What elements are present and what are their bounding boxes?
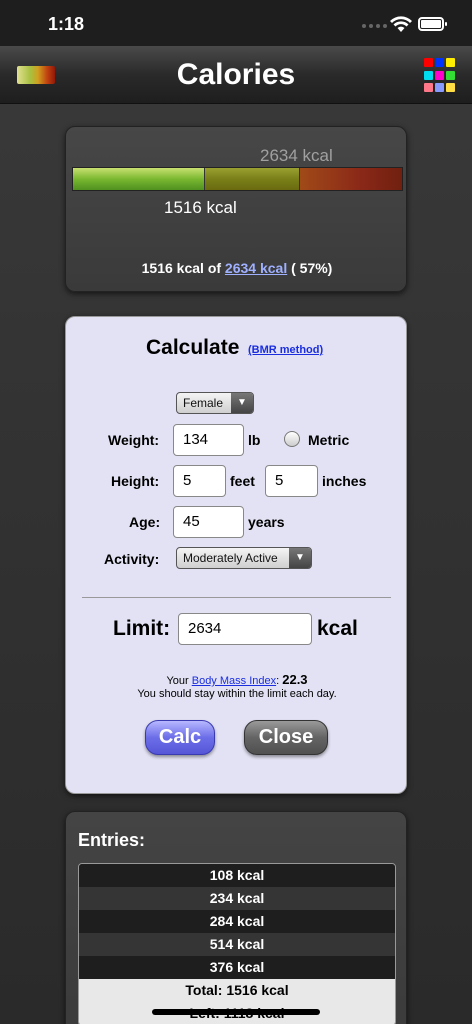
calc-button[interactable]: Calc <box>145 720 215 755</box>
app-screen: 1:18 Calories 2634 kcal 1516 kcal 1516 k… <box>0 0 472 1024</box>
list-item[interactable]: 514 kcal <box>79 933 395 956</box>
summary-limit-link[interactable]: 2634 kcal <box>225 260 287 276</box>
nav-bar: Calories <box>0 46 472 104</box>
calculate-card: Calculate (BMR method) Female ▼ Weight: … <box>65 316 407 794</box>
battery-icon <box>418 17 447 31</box>
list-item[interactable]: 108 kcal <box>79 864 395 887</box>
consumed-kcal-label: 1516 kcal <box>164 198 237 217</box>
total-row: Total: 1516 kcal <box>79 979 395 1002</box>
bmi-link[interactable]: Body Mass Index <box>192 675 276 687</box>
bar-segment-high <box>300 168 402 190</box>
bmi-prefix: Your <box>166 675 192 687</box>
home-indicator[interactable] <box>152 1009 320 1015</box>
list-item[interactable]: 376 kcal <box>79 956 395 979</box>
dropdown-arrow-icon: ▼ <box>231 393 253 413</box>
age-label: Age: <box>129 514 161 530</box>
entries-list: 108 kcal 234 kcal 284 kcal 514 kcal 376 … <box>78 863 396 1024</box>
metric-label: Metric <box>308 432 350 448</box>
age-input[interactable]: 45 <box>173 506 244 538</box>
bmi-line: Your Body Mass Index: 22.3 <box>66 672 408 687</box>
bar-segment-low <box>73 168 205 190</box>
color-grid-menu-icon[interactable] <box>424 58 460 94</box>
wifi-icon <box>390 16 412 32</box>
close-button[interactable]: Close <box>244 720 328 755</box>
summary-percent: ( 57%) <box>287 260 333 276</box>
divider <box>82 597 391 598</box>
grid-cell <box>424 58 433 67</box>
entries-card: Entries: 108 kcal 234 kcal 284 kcal 514 … <box>65 811 407 1024</box>
grid-cell <box>435 83 444 93</box>
limit-kcal-label: 2634 kcal <box>260 146 333 165</box>
calorie-progress-bar <box>72 167 403 191</box>
limit-label: Limit: <box>113 617 171 640</box>
activity-select[interactable]: Moderately Active ▼ <box>176 547 312 569</box>
page-title: Calories <box>176 58 296 91</box>
gender-select[interactable]: Female ▼ <box>176 392 254 414</box>
dropdown-arrow-icon: ▼ <box>289 548 311 568</box>
grid-cell <box>446 58 455 67</box>
status-time: 1:18 <box>48 14 85 34</box>
grid-cell <box>424 83 433 93</box>
limit-input[interactable]: 2634 <box>178 613 312 645</box>
age-unit: years <box>248 514 285 530</box>
progress-card: 2634 kcal 1516 kcal 1516 kcal of 2634 kc… <box>65 126 407 292</box>
weight-label: Weight: <box>108 432 160 448</box>
metric-checkbox[interactable] <box>284 431 300 447</box>
height-feet-input[interactable]: 5 <box>173 465 226 497</box>
height-label: Height: <box>111 473 160 489</box>
weight-input[interactable]: 134 <box>173 424 244 456</box>
activity-value: Moderately Active <box>183 551 278 565</box>
calculate-title: Calculate <box>146 336 240 359</box>
grid-cell <box>446 70 455 80</box>
bmi-value: 22.3 <box>282 672 308 687</box>
summary-prefix: 1516 kcal of <box>141 260 225 276</box>
status-bar: 1:18 <box>0 0 472 46</box>
bmr-method-link[interactable]: (BMR method) <box>248 344 323 356</box>
grid-cell <box>435 70 444 80</box>
inches-unit: inches <box>322 473 367 489</box>
grid-cell <box>435 58 444 67</box>
bar-segment-mid <box>205 168 300 190</box>
progress-summary: 1516 kcal of 2634 kcal ( 57%) <box>66 260 408 276</box>
grid-cell <box>446 83 455 93</box>
advice-text: You should stay within the limit each da… <box>137 688 337 700</box>
list-item[interactable]: 234 kcal <box>79 887 395 910</box>
height-inches-input[interactable]: 5 <box>265 465 318 497</box>
feet-unit: feet <box>230 473 255 489</box>
cellular-signal-icon <box>362 24 387 28</box>
weight-unit: lb <box>248 432 261 448</box>
activity-label: Activity: <box>104 551 160 567</box>
entries-title: Entries: <box>78 830 146 850</box>
gender-value: Female <box>183 396 224 410</box>
limit-unit: kcal <box>317 617 358 640</box>
list-item[interactable]: 284 kcal <box>79 910 395 933</box>
grid-cell <box>424 70 433 80</box>
